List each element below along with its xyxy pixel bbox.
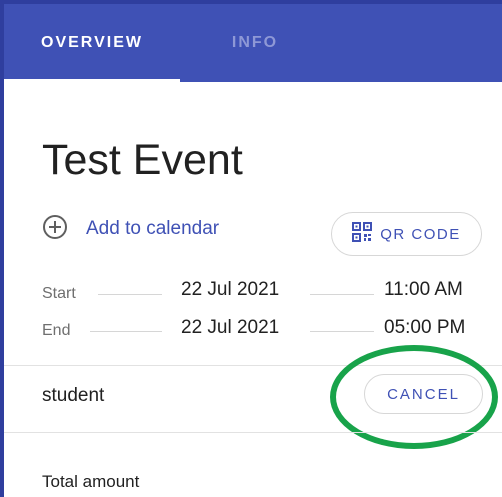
start-leader-line-2 xyxy=(310,294,374,295)
section-divider-top xyxy=(4,365,502,366)
event-title: Test Event xyxy=(42,136,243,184)
qr-code-icon xyxy=(352,222,380,246)
end-leader-line-1 xyxy=(90,331,162,332)
end-time: 05:00 PM xyxy=(384,317,466,338)
tab-bar: OVERVIEW INFO xyxy=(4,4,502,82)
end-date: 22 Jul 2021 xyxy=(181,317,280,338)
qr-code-label: QR CODE xyxy=(380,225,461,243)
add-to-calendar-label: Add to calendar xyxy=(86,218,220,239)
add-to-calendar-link[interactable]: Add to calendar xyxy=(42,214,220,245)
end-leader-line-2 xyxy=(310,331,374,332)
end-label: End xyxy=(42,322,71,339)
start-label: Start xyxy=(42,285,76,302)
start-leader-line-1 xyxy=(98,294,162,295)
cancel-button-label: CANCEL xyxy=(387,385,460,403)
tab-overview-label: OVERVIEW xyxy=(41,34,143,51)
add-circle-icon xyxy=(42,214,68,245)
total-amount-label: Total amount xyxy=(42,472,140,491)
start-time: 11:00 AM xyxy=(384,279,463,300)
section-divider-bottom xyxy=(4,432,502,433)
ticket-type: student xyxy=(42,385,105,406)
tab-info-label: INFO xyxy=(231,34,279,51)
tab-overview[interactable]: OVERVIEW xyxy=(4,4,180,82)
qr-code-button[interactable]: QR CODE xyxy=(331,212,482,256)
tab-info[interactable]: INFO xyxy=(180,4,330,82)
active-tab-indicator xyxy=(4,79,180,82)
cancel-button[interactable]: CANCEL xyxy=(364,374,483,414)
start-date: 22 Jul 2021 xyxy=(181,279,280,300)
